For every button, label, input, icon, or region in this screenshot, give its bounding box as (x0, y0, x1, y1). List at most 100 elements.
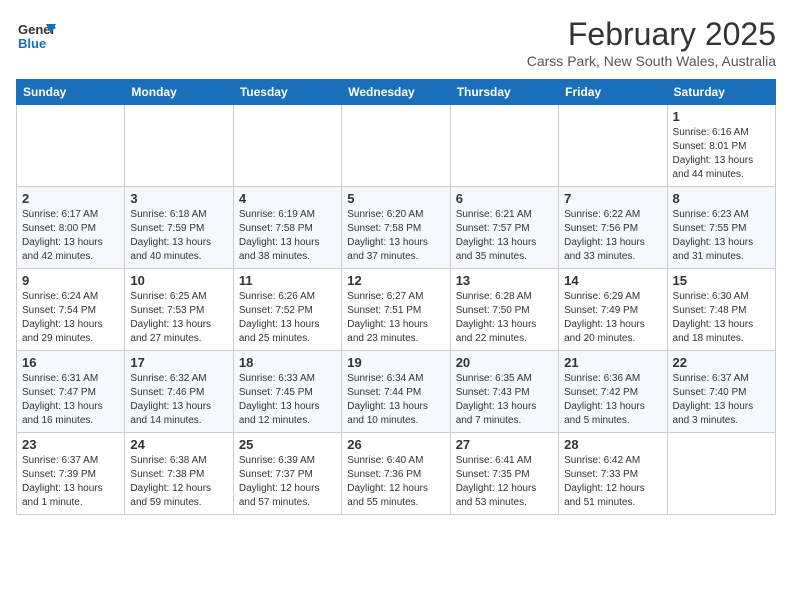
logo: General Blue (16, 16, 56, 61)
calendar-cell: 26 Sunrise: 6:40 AM Sunset: 7:36 PM Dayli… (342, 433, 450, 515)
calendar-cell: 27Sunrise: 6:41 AM Sunset: 7:35 PM Dayli… (450, 433, 558, 515)
calendar-cell: 3 Sunrise: 6:18 AM Sunset: 7:59 PM Daylig… (125, 187, 233, 269)
day-number: 28 (564, 437, 661, 452)
day-info: Sunrise: 6:27 AM Sunset: 7:51 PM Dayligh… (347, 290, 444, 346)
day-info: Sunrise: 6:21 AM Sunset: 7:57 PM Dayligh… (456, 208, 553, 264)
calendar-week-row: 9 Sunrise: 6:24 AM Sunset: 7:54 PM Daylig… (17, 269, 776, 351)
day-info: Sunrise: 6:31 AM Sunset: 7:47 PM Dayligh… (22, 372, 119, 428)
day-info: Sunrise: 6:32 AM Sunset: 7:46 PM Dayligh… (130, 372, 227, 428)
calendar-cell: 4 Sunrise: 6:19 AM Sunset: 7:58 PM Daylig… (233, 187, 341, 269)
weekday-header: Saturday (667, 80, 775, 105)
calendar-cell: 11 Sunrise: 6:26 AM Sunset: 7:52 PM Dayli… (233, 269, 341, 351)
calendar-cell: 14Sunrise: 6:29 AM Sunset: 7:49 PM Dayli… (559, 269, 667, 351)
title-block: February 2025 Carss Park, New South Wale… (527, 16, 776, 69)
calendar-cell (233, 105, 341, 187)
day-number: 23 (22, 437, 119, 452)
calendar-cell: 19 Sunrise: 6:34 AM Sunset: 7:44 PM Dayli… (342, 351, 450, 433)
day-number: 6 (456, 191, 553, 206)
day-info: Sunrise: 6:37 AM Sunset: 7:39 PM Dayligh… (22, 454, 119, 510)
location: Carss Park, New South Wales, Australia (527, 53, 776, 69)
svg-text:Blue: Blue (18, 36, 46, 51)
day-info: Sunrise: 6:36 AM Sunset: 7:42 PM Dayligh… (564, 372, 661, 428)
calendar-cell: 23 Sunrise: 6:37 AM Sunset: 7:39 PM Dayli… (17, 433, 125, 515)
day-number: 13 (456, 273, 553, 288)
weekday-header: Tuesday (233, 80, 341, 105)
calendar-header-row: SundayMondayTuesdayWednesdayThursdayFrid… (17, 80, 776, 105)
day-number: 10 (130, 273, 227, 288)
day-info: Sunrise: 6:40 AM Sunset: 7:36 PM Dayligh… (347, 454, 444, 510)
day-info: Sunrise: 6:16 AM Sunset: 8:01 PM Dayligh… (673, 126, 770, 182)
calendar-cell (125, 105, 233, 187)
day-number: 1 (673, 109, 770, 124)
day-number: 14 (564, 273, 661, 288)
day-number: 4 (239, 191, 336, 206)
day-number: 8 (673, 191, 770, 206)
day-info: Sunrise: 6:39 AM Sunset: 7:37 PM Dayligh… (239, 454, 336, 510)
calendar-cell: 1 Sunrise: 6:16 AM Sunset: 8:01 PM Daylig… (667, 105, 775, 187)
day-number: 18 (239, 355, 336, 370)
day-number: 16 (22, 355, 119, 370)
calendar-cell: 6 Sunrise: 6:21 AM Sunset: 7:57 PM Daylig… (450, 187, 558, 269)
day-number: 11 (239, 273, 336, 288)
calendar-cell (342, 105, 450, 187)
calendar-table: SundayMondayTuesdayWednesdayThursdayFrid… (16, 79, 776, 515)
day-info: Sunrise: 6:38 AM Sunset: 7:38 PM Dayligh… (130, 454, 227, 510)
day-info: Sunrise: 6:42 AM Sunset: 7:33 PM Dayligh… (564, 454, 661, 510)
calendar-cell: 16 Sunrise: 6:31 AM Sunset: 7:47 PM Dayli… (17, 351, 125, 433)
page-header: General Blue February 2025 Carss Park, N… (16, 16, 776, 69)
calendar-cell: 20Sunrise: 6:35 AM Sunset: 7:43 PM Dayli… (450, 351, 558, 433)
day-number: 5 (347, 191, 444, 206)
day-number: 26 (347, 437, 444, 452)
calendar-week-row: 2 Sunrise: 6:17 AM Sunset: 8:00 PM Daylig… (17, 187, 776, 269)
calendar-cell: 24 Sunrise: 6:38 AM Sunset: 7:38 PM Dayli… (125, 433, 233, 515)
logo-icon: General Blue (16, 16, 56, 56)
day-info: Sunrise: 6:28 AM Sunset: 7:50 PM Dayligh… (456, 290, 553, 346)
weekday-header: Thursday (450, 80, 558, 105)
calendar-cell: 17Sunrise: 6:32 AM Sunset: 7:46 PM Dayli… (125, 351, 233, 433)
calendar-cell (17, 105, 125, 187)
day-info: Sunrise: 6:22 AM Sunset: 7:56 PM Dayligh… (564, 208, 661, 264)
calendar-cell: 25Sunrise: 6:39 AM Sunset: 7:37 PM Dayli… (233, 433, 341, 515)
calendar-cell (450, 105, 558, 187)
day-info: Sunrise: 6:30 AM Sunset: 7:48 PM Dayligh… (673, 290, 770, 346)
day-info: Sunrise: 6:23 AM Sunset: 7:55 PM Dayligh… (673, 208, 770, 264)
day-number: 24 (130, 437, 227, 452)
calendar-cell (667, 433, 775, 515)
calendar-cell: 28 Sunrise: 6:42 AM Sunset: 7:33 PM Dayli… (559, 433, 667, 515)
day-info: Sunrise: 6:41 AM Sunset: 7:35 PM Dayligh… (456, 454, 553, 510)
weekday-header: Sunday (17, 80, 125, 105)
calendar-week-row: 16 Sunrise: 6:31 AM Sunset: 7:47 PM Dayli… (17, 351, 776, 433)
calendar-cell: 10 Sunrise: 6:25 AM Sunset: 7:53 PM Dayli… (125, 269, 233, 351)
day-info: Sunrise: 6:37 AM Sunset: 7:40 PM Dayligh… (673, 372, 770, 428)
calendar-cell: 7Sunrise: 6:22 AM Sunset: 7:56 PM Daylig… (559, 187, 667, 269)
day-number: 22 (673, 355, 770, 370)
calendar-cell: 5 Sunrise: 6:20 AM Sunset: 7:58 PM Daylig… (342, 187, 450, 269)
day-number: 21 (564, 355, 661, 370)
weekday-header: Friday (559, 80, 667, 105)
day-info: Sunrise: 6:24 AM Sunset: 7:54 PM Dayligh… (22, 290, 119, 346)
day-number: 15 (673, 273, 770, 288)
day-info: Sunrise: 6:19 AM Sunset: 7:58 PM Dayligh… (239, 208, 336, 264)
day-info: Sunrise: 6:18 AM Sunset: 7:59 PM Dayligh… (130, 208, 227, 264)
calendar-week-row: 1 Sunrise: 6:16 AM Sunset: 8:01 PM Daylig… (17, 105, 776, 187)
calendar-cell: 21 Sunrise: 6:36 AM Sunset: 7:42 PM Dayli… (559, 351, 667, 433)
day-info: Sunrise: 6:26 AM Sunset: 7:52 PM Dayligh… (239, 290, 336, 346)
day-info: Sunrise: 6:17 AM Sunset: 8:00 PM Dayligh… (22, 208, 119, 264)
calendar-cell: 22 Sunrise: 6:37 AM Sunset: 7:40 PM Dayli… (667, 351, 775, 433)
day-number: 12 (347, 273, 444, 288)
day-info: Sunrise: 6:35 AM Sunset: 7:43 PM Dayligh… (456, 372, 553, 428)
day-info: Sunrise: 6:33 AM Sunset: 7:45 PM Dayligh… (239, 372, 336, 428)
day-info: Sunrise: 6:34 AM Sunset: 7:44 PM Dayligh… (347, 372, 444, 428)
day-info: Sunrise: 6:20 AM Sunset: 7:58 PM Dayligh… (347, 208, 444, 264)
calendar-cell: 12 Sunrise: 6:27 AM Sunset: 7:51 PM Dayli… (342, 269, 450, 351)
day-number: 9 (22, 273, 119, 288)
day-number: 19 (347, 355, 444, 370)
calendar-cell: 9 Sunrise: 6:24 AM Sunset: 7:54 PM Daylig… (17, 269, 125, 351)
calendar-cell (559, 105, 667, 187)
day-number: 2 (22, 191, 119, 206)
day-info: Sunrise: 6:25 AM Sunset: 7:53 PM Dayligh… (130, 290, 227, 346)
day-number: 3 (130, 191, 227, 206)
calendar-week-row: 23 Sunrise: 6:37 AM Sunset: 7:39 PM Dayli… (17, 433, 776, 515)
month-title: February 2025 (527, 16, 776, 53)
calendar-cell: 18 Sunrise: 6:33 AM Sunset: 7:45 PM Dayli… (233, 351, 341, 433)
